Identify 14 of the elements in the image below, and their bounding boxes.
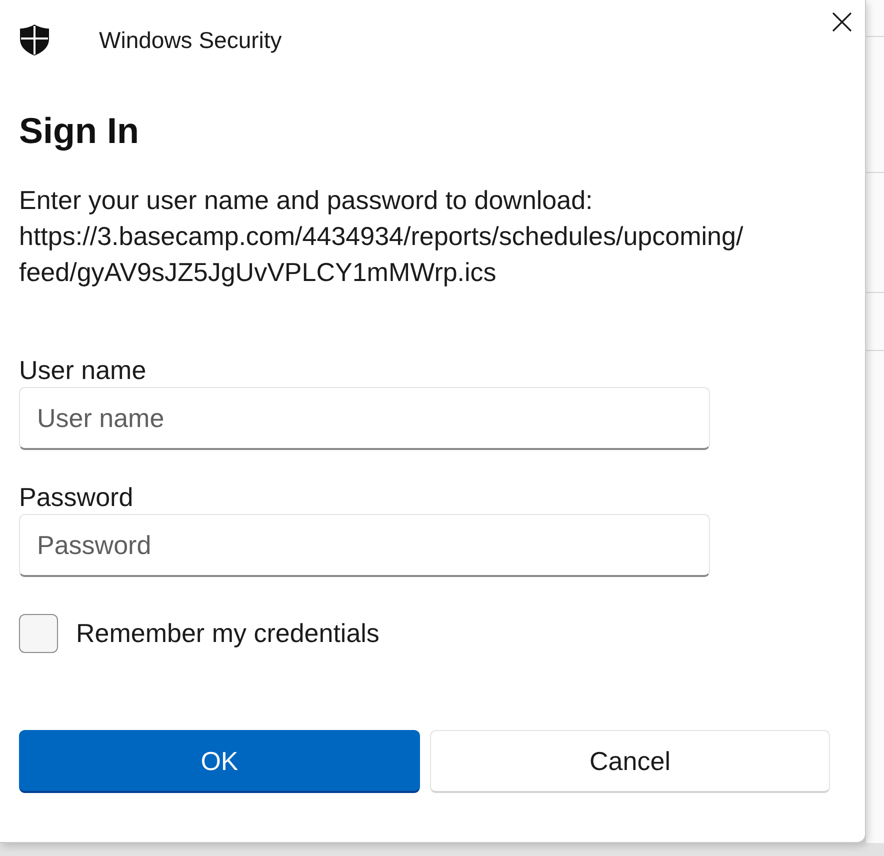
dialog-heading: Sign In — [19, 109, 140, 153]
cancel-button[interactable]: Cancel — [430, 730, 830, 793]
ok-button[interactable]: OK — [19, 730, 420, 793]
url-text: https://3.basecamp.com/4434934/reports/schedules/upcoming/feed/gyAV9sJZ5JgUvVPLCY1mMWrp.ics — [19, 220, 744, 289]
prompt-text: Enter your user name and password to download: — [19, 184, 594, 217]
input-field[interactable]: User name — [19, 387, 710, 450]
window-title: Windows Security — [99, 26, 282, 54]
checkbox-label[interactable]: Remember my credentials — [76, 618, 380, 649]
field-label: User name — [19, 354, 148, 387]
checkbox[interactable] — [19, 614, 58, 653]
field-label: Password — [19, 481, 134, 514]
close-icon — [832, 12, 852, 32]
input-field[interactable]: Password — [19, 514, 710, 577]
shield-icon — [19, 24, 50, 56]
